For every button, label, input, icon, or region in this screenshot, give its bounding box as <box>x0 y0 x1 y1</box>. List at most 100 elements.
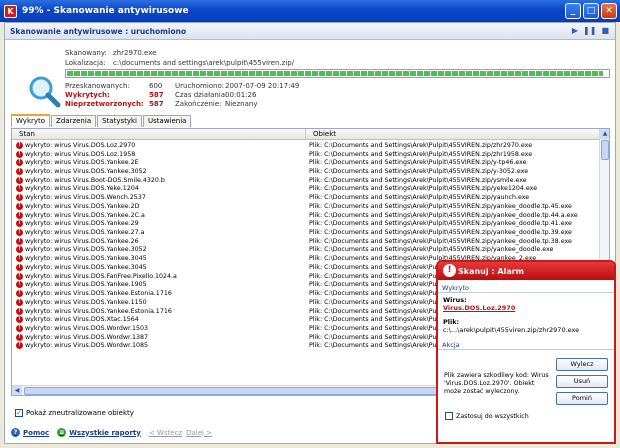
status-text: wykryto: wirus Virus.DOS.FanFree.Pixello… <box>25 272 177 280</box>
close-button[interactable]: ✕ <box>601 3 617 19</box>
status-text: wykryto: wirus Virus.Boot-DOS.Smile.4320… <box>25 176 165 184</box>
table-header: Stan Obiekt <box>12 129 600 140</box>
pause-icon[interactable]: ❚❚ <box>583 26 596 35</box>
object-cell: Plik: C:\Documents and Settings\Arek\Pul… <box>309 237 572 245</box>
maximize-button[interactable]: □ <box>583 3 599 19</box>
status-cell: ! wykryto: wirus Virus.DOS.Xtac.1564 <box>12 316 306 324</box>
stat-scanned-label: Przeskanowanych: <box>65 82 130 90</box>
status-text: wykryto: wirus Virus.DOS.Yankee.27.a <box>25 229 145 237</box>
stat-unprocessed-value: 587 <box>149 100 164 108</box>
tab-events[interactable]: Zdarzenia <box>51 115 97 127</box>
object-cell: Plik: C:\Documents and Settings\Arek\Pul… <box>309 168 529 176</box>
play-icon[interactable]: ▶ <box>572 26 578 35</box>
virus-icon: ! <box>16 220 23 228</box>
status-cell: ! wykryto: wirus Virus.DOS.Wordwr.1085 <box>12 342 306 350</box>
scan-progress-bar <box>65 69 610 78</box>
skip-button[interactable]: Pomiń <box>556 392 608 405</box>
all-reports-link[interactable]: ≡ Wszystkie raporty <box>57 428 141 437</box>
virus-icon: ! <box>16 150 23 158</box>
header-title: Skanowanie antywirusowe : uruchomiono <box>10 26 187 36</box>
cure-button[interactable]: Wylecz <box>556 358 608 371</box>
status-cell: ! wykryto: wirus Virus.DOS.Yankee.2D <box>12 202 306 210</box>
status-text: wykryto: wirus Virus.DOS.Wordwr.1085 <box>25 342 149 350</box>
delete-button[interactable]: Usuń <box>556 375 608 388</box>
title-bar: K 99% - Skanowanie antywirusowe _ □ ✕ <box>0 0 620 22</box>
apply-all-checkbox[interactable] <box>445 412 453 420</box>
hscroll-thumb[interactable] <box>24 387 444 395</box>
table-row[interactable]: ! wykryto: wirus Virus.DOS.Yankee.2C.a Pli… <box>12 211 600 220</box>
tab-statistics[interactable]: Statystyki <box>97 115 143 127</box>
help-link[interactable]: ? Pomoc <box>11 428 49 437</box>
status-cell: ! wykryto: wirus Virus.DOS.Yankee.Estonia… <box>12 307 306 315</box>
back-link[interactable]: < Wstecz <box>149 429 182 437</box>
virus-icon: ! <box>16 342 23 350</box>
status-text: wykryto: wirus Virus.DOS.Yankee.26 <box>25 237 139 245</box>
virus-icon: ! <box>16 237 23 245</box>
object-cell: Plik: C:\Documents and Settings\Arek\Pul… <box>309 229 572 237</box>
alarm-message: Plik zawiera szkodliwy kod: Wirus 'Virus… <box>444 372 549 395</box>
status-text: wykryto: wirus Virus.DOS.Yankee.2D <box>25 202 140 210</box>
table-row[interactable]: ! wykryto: wirus Virus.DOS.Yankee.2E Plik:… <box>12 158 600 167</box>
scroll-thumb[interactable] <box>601 140 609 160</box>
next-link[interactable]: Dalej > <box>186 429 212 437</box>
virus-icon: ! <box>16 202 23 210</box>
virus-icon: ! <box>16 263 23 271</box>
virus-icon: ! <box>16 211 23 219</box>
scroll-up-icon[interactable]: ▲ <box>600 129 609 139</box>
virus-icon: ! <box>16 333 23 341</box>
alarm-title: Skanuj : Alarm <box>458 266 524 276</box>
table-row[interactable]: ! wykryto: wirus Virus.DOS.Yankee.3052 Pli… <box>12 167 600 176</box>
status-text: wykryto: wirus Virus.DOS.Yankee.3045 <box>25 255 147 263</box>
status-text: wykryto: wirus Virus.DOS.Loz.1958 <box>25 150 136 158</box>
virus-icon: ! <box>16 246 23 254</box>
table-row[interactable]: ! wykryto: wirus Virus.DOS.Yankee.27.a Pli… <box>12 228 600 237</box>
tab-detected[interactable]: Wykryto <box>11 114 51 127</box>
status-cell: ! wykryto: wirus Virus.DOS.Wordwr.1503 <box>12 324 306 332</box>
table-row[interactable]: ! wykryto: wirus Virus.DOS.Yankee.29 Plik:… <box>12 219 600 228</box>
status-text: wykryto: wirus Virus.DOS.Yankee.1150 <box>25 298 147 306</box>
status-text: wykryto: wirus Virus.DOS.Yankee.2C.a <box>25 211 145 219</box>
scanned-label: Skanowany: <box>65 49 107 57</box>
status-text: wykryto: wirus Virus.DOS.Yankee.Estonia.… <box>25 307 172 315</box>
table-row[interactable]: ! wykryto: wirus Virus.DOS.Yeke.1204 Plik:… <box>12 185 600 194</box>
table-row[interactable]: ! wykryto: wirus Virus.DOS.Loz.1958 Plik: … <box>12 150 600 159</box>
virus-icon: ! <box>16 290 23 298</box>
status-cell: ! wykryto: wirus Virus.DOS.FanFree.Pixell… <box>12 272 306 280</box>
status-text: wykryto: wirus Virus.DOS.Yankee.3052 <box>25 246 147 254</box>
table-row[interactable]: ! wykryto: wirus Virus.DOS.Yankee.2D Plik:… <box>12 202 600 211</box>
table-row[interactable]: ! wykryto: wirus Virus.DOS.Loz.2970 Plik: … <box>12 141 600 150</box>
report-icon: ≡ <box>57 428 67 437</box>
show-neutralized-option[interactable]: ✓ Pokaż zneutralizowane obiekty <box>15 409 134 417</box>
virus-icon: ! <box>16 316 23 324</box>
kaspersky-logo-icon: K <box>4 4 17 18</box>
status-text: wykryto: wirus Virus.DOS.Yeke.1204 <box>25 185 139 193</box>
column-status[interactable]: Stan <box>12 129 306 140</box>
status-cell: ! wykryto: wirus Virus.DOS.Yankee.3052 <box>12 246 306 254</box>
show-neutralized-checkbox[interactable]: ✓ <box>15 409 23 417</box>
status-cell: ! wykryto: wirus Virus.DOS.Yankee.3045 <box>12 255 306 263</box>
duration-label: Czas działania: <box>175 91 228 99</box>
virus-icon: ! <box>16 168 23 176</box>
status-text: wykryto: wirus Virus.DOS.Wordwr.1387 <box>25 333 149 341</box>
started-label: Uruchomiono: <box>175 82 225 90</box>
status-text: wykryto: wirus Virus.DOS.Yankee.29 <box>25 220 139 228</box>
table-row[interactable]: ! wykryto: wirus Virus.Boot-DOS.Smile.432… <box>12 176 600 185</box>
virus-icon: ! <box>16 194 23 202</box>
alarm-virus-name[interactable]: Virus.DOS.Loz.2970 <box>443 304 609 312</box>
status-cell: ! wykryto: wirus Virus.Boot-DOS.Smile.432… <box>12 176 306 184</box>
stat-detected-label: Wykrytych: <box>65 91 110 99</box>
stop-icon[interactable]: ■ <box>601 26 609 35</box>
tab-settings[interactable]: Ustawienia <box>143 115 192 127</box>
status-cell: ! wykryto: wirus Virus.DOS.Yankee.26 <box>12 237 306 245</box>
virus-icon: ! <box>16 229 23 237</box>
apply-all-option[interactable]: Zastosuj do wszystkich <box>445 412 529 420</box>
minimize-button[interactable]: _ <box>565 3 581 19</box>
alarm-action-section: Akcja <box>438 340 614 350</box>
table-row[interactable]: ! wykryto: wirus Virus.DOS.Yankee.26 Plik:… <box>12 237 600 246</box>
scroll-left-icon[interactable]: ◀ <box>12 386 22 395</box>
table-row[interactable]: ! wykryto: wirus Virus.DOS.Wench.2537 Plik… <box>12 193 600 202</box>
column-object[interactable]: Obiekt <box>306 129 600 140</box>
status-text: wykryto: wirus Virus.DOS.Yankee.Estonia.… <box>25 290 172 298</box>
table-row[interactable]: ! wykryto: wirus Virus.DOS.Yankee.3052 Pli… <box>12 246 600 255</box>
virus-icon: ! <box>16 281 23 289</box>
